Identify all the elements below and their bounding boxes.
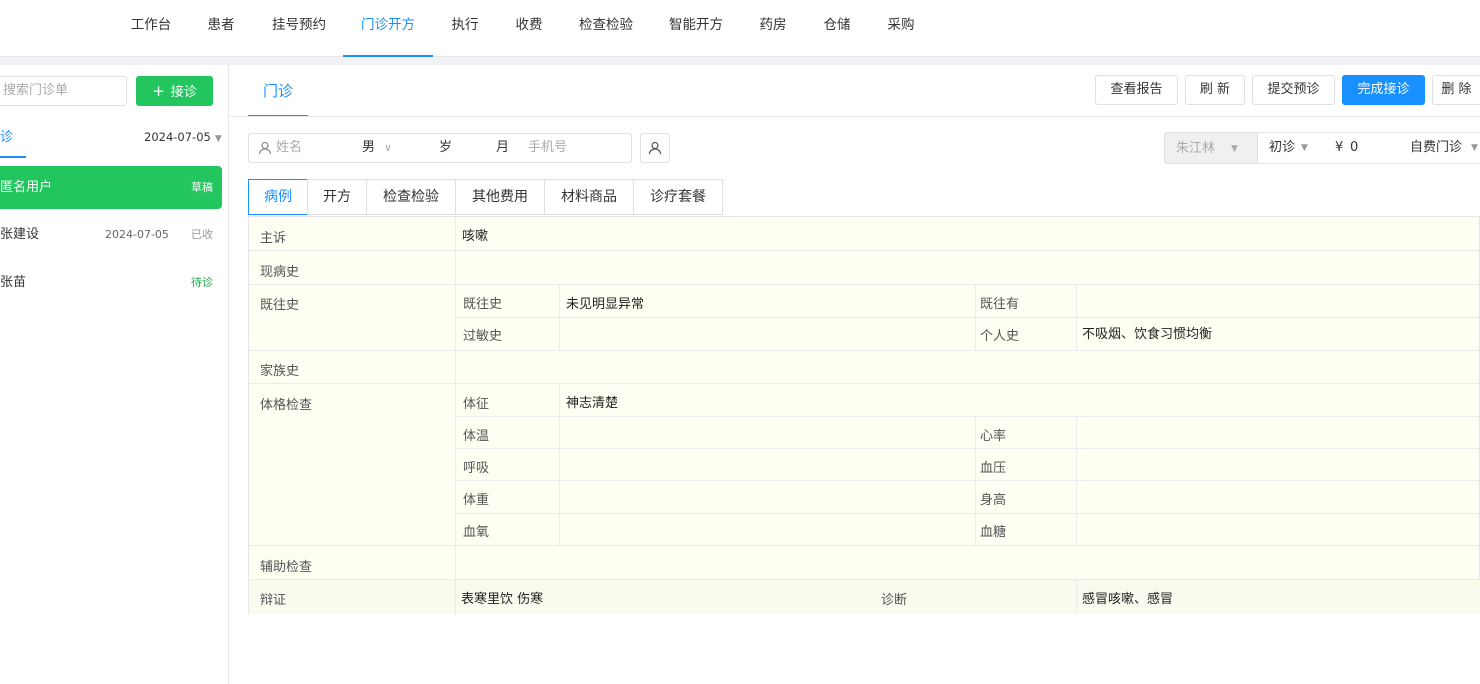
nav-item-patients[interactable]: 患者 bbox=[197, 0, 245, 57]
row-physical-exam bbox=[249, 384, 1480, 546]
date-filter-value: 2024-07-05 bbox=[144, 130, 211, 144]
diagnosis-label: 诊断 bbox=[881, 593, 908, 608]
patient-item-zhangmiao[interactable]: 张苗 待诊 bbox=[0, 261, 222, 304]
past-history-label: 既往史 bbox=[260, 298, 300, 313]
auxiliary-exam-label: 辅助检查 bbox=[260, 560, 313, 575]
sidebar-tab-visits[interactable]: 诊 bbox=[0, 127, 26, 158]
add-visit-label: 接诊 bbox=[170, 85, 197, 100]
nav-item-lab[interactable]: 检查检验 bbox=[569, 0, 643, 57]
submit-prediagnosis-button[interactable]: 提交预诊 bbox=[1252, 75, 1335, 105]
signs-label: 体征 bbox=[463, 397, 490, 412]
add-visit-button[interactable]: + 接诊 bbox=[136, 76, 213, 106]
patient-name: 张苗 bbox=[0, 275, 27, 290]
header-divider bbox=[0, 57, 1480, 65]
row-chief-complaint bbox=[249, 217, 1480, 251]
nav-item-appointment[interactable]: 挂号预约 bbox=[262, 0, 336, 57]
syndrome-label: 辩证 bbox=[260, 593, 287, 608]
blood-sugar-label: 血糖 bbox=[980, 525, 1007, 540]
fee-type-select[interactable]: 自费门诊 bbox=[1410, 132, 1462, 164]
blood-oxygen-label: 血氧 bbox=[463, 525, 490, 540]
chevron-down-icon: ▼ bbox=[214, 134, 222, 144]
syndrome-input[interactable]: 表寒里饮 伤寒 bbox=[461, 588, 543, 607]
patient-date: 2024-07-05 bbox=[105, 228, 169, 241]
refresh-button[interactable]: 刷 新 bbox=[1185, 75, 1245, 105]
nav-item-outpatient[interactable]: 门诊开方 bbox=[343, 0, 433, 57]
blood-pressure-label: 血压 bbox=[980, 461, 1007, 476]
temperature-label: 体温 bbox=[463, 429, 490, 444]
chevron-down-icon: ∨ bbox=[384, 141, 393, 154]
row-family-history bbox=[249, 351, 1480, 384]
main-panel: 门诊 查看报告 刷 新 提交预诊 完成接诊 删 除 姓名 男 ∨ 岁 月 手机号… bbox=[229, 65, 1480, 684]
chevron-down-icon: ▼ bbox=[1231, 144, 1238, 154]
delete-button[interactable]: 删 除 bbox=[1432, 75, 1480, 105]
plus-icon: + bbox=[152, 82, 165, 100]
past-has-label: 既往有 bbox=[980, 297, 1020, 312]
top-nav: 工作台 患者 挂号预约 门诊开方 执行 收费 检查检验 智能开方 药房 仓储 采… bbox=[0, 0, 1480, 57]
family-history-label: 家族史 bbox=[260, 364, 300, 379]
sidebar: 搜索门诊单 + 接诊 诊 2024-07-05 ▼ 匿名用户 草稿 张建设 2024… bbox=[0, 65, 229, 684]
past-history-sub-label: 既往史 bbox=[463, 297, 503, 312]
gender-select[interactable]: 男 bbox=[362, 133, 375, 163]
user-icon bbox=[648, 141, 662, 155]
chief-complaint-input[interactable]: 咳嗽 bbox=[462, 225, 488, 244]
row-past-history bbox=[249, 285, 1480, 351]
date-filter[interactable]: 2024-07-05 ▼ bbox=[144, 130, 222, 144]
patient-status: 待诊 bbox=[191, 276, 213, 289]
nav-item-purchase[interactable]: 采购 bbox=[877, 0, 925, 57]
tab-prescription[interactable]: 开方 bbox=[307, 179, 367, 215]
doctor-select[interactable]: 朱江林 ▼ bbox=[1164, 132, 1258, 164]
weight-label: 体重 bbox=[463, 493, 490, 508]
respiration-label: 呼吸 bbox=[463, 461, 490, 476]
tab-case[interactable]: 病例 bbox=[248, 179, 308, 215]
patient-name: 张建设 bbox=[0, 227, 40, 242]
patient-item-zhangjianshe[interactable]: 张建设 2024-07-05 已收 bbox=[0, 213, 222, 256]
tab-lab[interactable]: 检查检验 bbox=[366, 179, 456, 215]
nav-item-pharmacy[interactable]: 药房 bbox=[749, 0, 797, 57]
chevron-down-icon: ▼ bbox=[1301, 143, 1308, 153]
patient-status: 草稿 bbox=[191, 181, 213, 194]
signs-input[interactable]: 神志清楚 bbox=[566, 392, 618, 411]
tab-outpatient[interactable]: 门诊 bbox=[248, 65, 308, 117]
past-history-input[interactable]: 未见明显异常 bbox=[566, 293, 644, 312]
personal-history-input[interactable]: 不吸烟、饮食习惯均衡 bbox=[1082, 323, 1212, 342]
tab-other-fees[interactable]: 其他费用 bbox=[455, 179, 545, 215]
tab-divider bbox=[229, 116, 1480, 117]
month-unit-label: 月 bbox=[496, 140, 510, 155]
nav-item-billing[interactable]: 收费 bbox=[505, 0, 553, 57]
patient-lookup-button[interactable] bbox=[640, 133, 670, 163]
view-report-button[interactable]: 查看报告 bbox=[1095, 75, 1178, 105]
heart-rate-label: 心率 bbox=[980, 429, 1007, 444]
amount-input[interactable]: 0 bbox=[1350, 132, 1358, 164]
present-illness-label: 现病史 bbox=[260, 265, 300, 280]
height-label: 身高 bbox=[980, 493, 1007, 508]
phone-input[interactable]: 手机号 bbox=[528, 133, 567, 163]
personal-history-label: 个人史 bbox=[980, 329, 1020, 344]
currency-symbol: ¥ bbox=[1335, 140, 1344, 155]
tab-packages[interactable]: 诊疗套餐 bbox=[633, 179, 723, 215]
patient-status: 已收 bbox=[191, 228, 213, 241]
doctor-value: 朱江林 bbox=[1176, 141, 1216, 156]
complete-visit-button[interactable]: 完成接诊 bbox=[1342, 75, 1425, 105]
physical-exam-label: 体格检查 bbox=[260, 398, 313, 413]
nav-item-storage[interactable]: 仓储 bbox=[813, 0, 861, 57]
chevron-down-icon: ▼ bbox=[1471, 143, 1478, 153]
chief-complaint-label: 主诉 bbox=[260, 231, 287, 246]
patient-name: 匿名用户 bbox=[0, 180, 53, 195]
patient-item-anonymous[interactable]: 匿名用户 草稿 bbox=[0, 166, 222, 209]
nav-item-smart-rx[interactable]: 智能开方 bbox=[659, 0, 733, 57]
medical-record-form: 主诉 咳嗽 现病史 既往史 既往史 未见明显异常 既往有 过敏史 个人史 不吸烟… bbox=[248, 216, 1480, 615]
search-input[interactable]: 搜索门诊单 bbox=[0, 76, 127, 106]
visit-type-select[interactable]: 初诊 bbox=[1269, 132, 1295, 164]
row-auxiliary-exam bbox=[249, 546, 1480, 580]
row-syndrome-diagnosis bbox=[249, 580, 1480, 614]
nav-item-execute[interactable]: 执行 bbox=[441, 0, 489, 57]
name-input[interactable]: 姓名 bbox=[276, 133, 302, 163]
age-unit-label: 岁 bbox=[439, 140, 453, 155]
tab-materials[interactable]: 材料商品 bbox=[544, 179, 634, 215]
allergy-label: 过敏史 bbox=[463, 329, 503, 344]
diagnosis-input[interactable]: 感冒咳嗽、感冒 bbox=[1082, 588, 1173, 607]
nav-item-workbench[interactable]: 工作台 bbox=[122, 0, 180, 57]
row-present-illness bbox=[249, 251, 1480, 285]
user-icon bbox=[258, 141, 272, 155]
